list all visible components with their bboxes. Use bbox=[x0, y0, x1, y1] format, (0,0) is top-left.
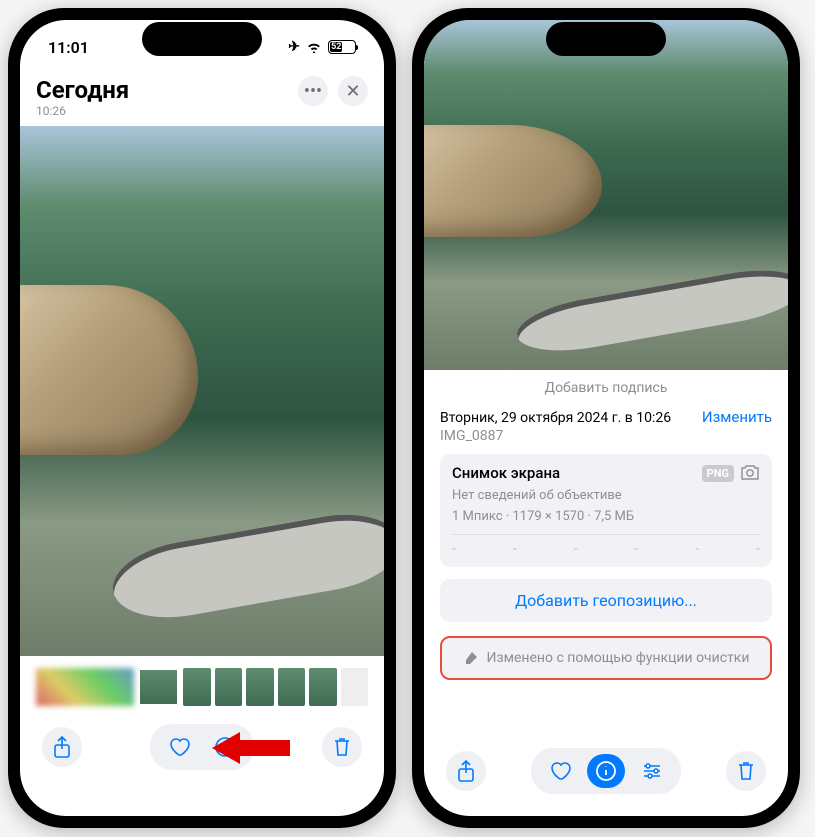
thumbnail-strip[interactable] bbox=[20, 656, 384, 714]
share-icon bbox=[52, 736, 72, 758]
camera-detect-icon bbox=[740, 464, 760, 482]
info-icon bbox=[214, 736, 236, 758]
metadata-card: Снимок экрана PNG Нет сведений об объект… bbox=[440, 454, 772, 567]
delete-button[interactable] bbox=[322, 727, 362, 767]
ellipsis-icon: ••• bbox=[304, 81, 322, 102]
favorite-button[interactable] bbox=[541, 754, 579, 788]
photo-filename: IMG_0887 bbox=[440, 428, 772, 444]
thumbnail[interactable] bbox=[36, 668, 134, 706]
thumbnail[interactable] bbox=[309, 668, 336, 706]
info-icon bbox=[595, 760, 617, 782]
status-right: ✈︎ 52 bbox=[288, 39, 356, 55]
dynamic-island bbox=[142, 22, 262, 56]
lens-info: Нет сведений об объективе bbox=[452, 488, 760, 503]
status-time: 11:01 bbox=[48, 38, 89, 57]
bottom-toolbar bbox=[20, 714, 384, 792]
more-button[interactable]: ••• bbox=[298, 76, 328, 106]
caption-field[interactable]: Добавить подпись bbox=[424, 370, 788, 406]
wifi-icon bbox=[306, 41, 322, 53]
header-subtitle: 10:26 bbox=[36, 104, 129, 118]
thumbnail[interactable] bbox=[341, 668, 368, 706]
metadata-title: Снимок экрана bbox=[452, 464, 560, 482]
exif-ticks: - - - - - - bbox=[452, 534, 760, 557]
photo-preview[interactable] bbox=[424, 20, 788, 370]
thumbnail[interactable] bbox=[183, 668, 210, 706]
eraser-icon bbox=[463, 650, 479, 666]
battery-level: 52 bbox=[330, 42, 342, 52]
favorite-button[interactable] bbox=[160, 730, 198, 764]
cleanup-text: Изменено с помощью функции очистки bbox=[487, 650, 750, 666]
thumbnail[interactable] bbox=[278, 668, 305, 706]
info-button[interactable] bbox=[206, 730, 244, 764]
close-icon: ✕ bbox=[345, 81, 360, 102]
airplane-icon: ✈︎ bbox=[288, 39, 300, 55]
bottom-toolbar bbox=[424, 738, 788, 816]
share-icon bbox=[456, 760, 476, 782]
header-title: Сегодня bbox=[36, 76, 129, 104]
battery-icon: 52 bbox=[328, 40, 356, 54]
phone-left: 11:01 ✈︎ 52 Сегодня 10:26 ••• bbox=[8, 8, 396, 828]
sliders-icon bbox=[641, 761, 663, 781]
thumbnail[interactable] bbox=[215, 668, 242, 706]
heart-icon bbox=[168, 737, 190, 757]
dynamic-island bbox=[546, 22, 666, 56]
info-panel: Вторник, 29 октября 2024 г. в 10:26 Изме… bbox=[424, 406, 788, 624]
thumbnail[interactable] bbox=[246, 668, 273, 706]
thumbnail-selected[interactable] bbox=[138, 668, 179, 706]
photo-preview[interactable] bbox=[20, 126, 384, 656]
heart-icon bbox=[549, 761, 571, 781]
phone-right: Добавить подпись Вторник, 29 октября 202… bbox=[412, 8, 800, 828]
info-button[interactable] bbox=[587, 754, 625, 788]
format-badge: PNG bbox=[702, 465, 734, 482]
edit-date-button[interactable]: Изменить bbox=[702, 408, 772, 426]
delete-button[interactable] bbox=[726, 751, 766, 791]
trash-icon bbox=[736, 760, 756, 782]
photo-header: Сегодня 10:26 ••• ✕ bbox=[20, 74, 384, 126]
add-location-button[interactable]: Добавить геопозицию... bbox=[440, 579, 772, 622]
cleanup-notice: Изменено с помощью функции очистки bbox=[440, 636, 772, 680]
share-button[interactable] bbox=[42, 727, 82, 767]
trash-icon bbox=[332, 736, 352, 758]
screen-right: Добавить подпись Вторник, 29 октября 202… bbox=[424, 20, 788, 816]
adjust-button[interactable] bbox=[633, 754, 671, 788]
size-info: 1 Мпикс · 1179 × 1570 · 7,5 МБ bbox=[452, 509, 760, 524]
screen-left: 11:01 ✈︎ 52 Сегодня 10:26 ••• bbox=[20, 20, 384, 816]
share-button[interactable] bbox=[446, 751, 486, 791]
close-button[interactable]: ✕ bbox=[338, 76, 368, 106]
photo-date: Вторник, 29 октября 2024 г. в 10:26 bbox=[440, 410, 671, 426]
